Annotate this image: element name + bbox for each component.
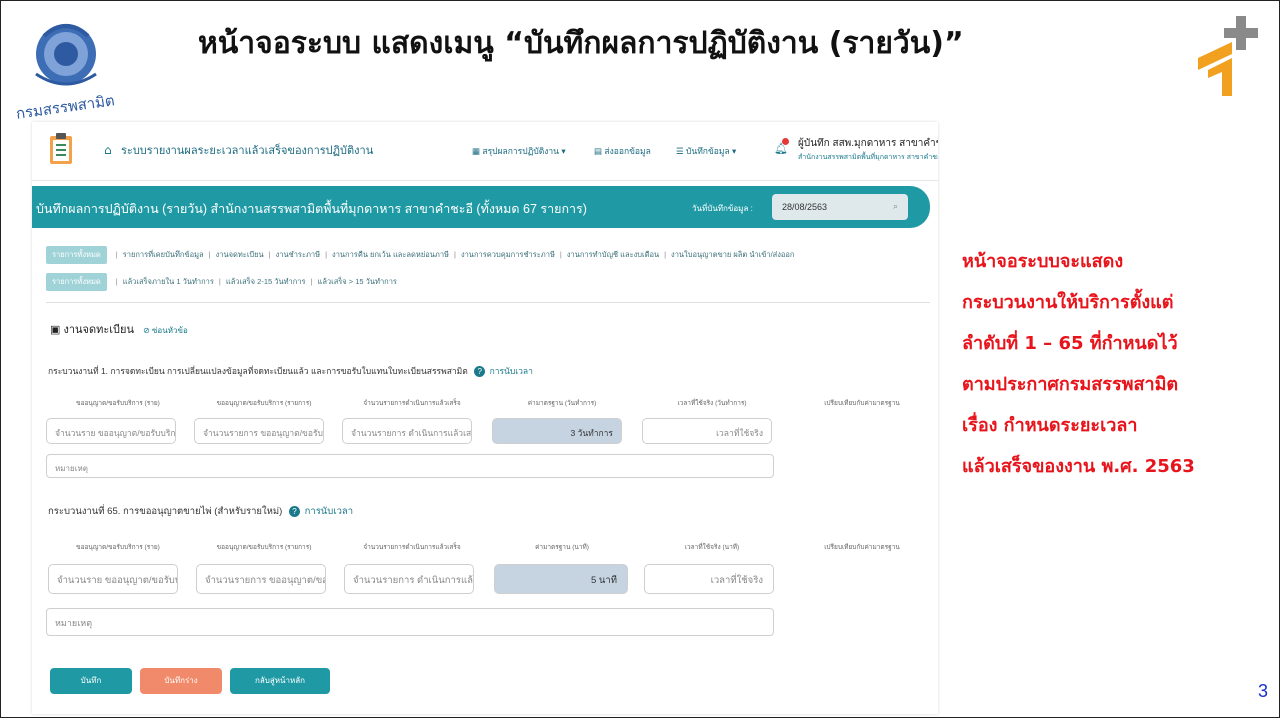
clipboard-icon bbox=[50, 133, 72, 164]
filter-recorded[interactable]: รายการที่เคยบันทึกข้อมูล bbox=[123, 250, 204, 259]
menu-summary[interactable]: ▦ สรุปผลการปฏิบัติงาน ▾ bbox=[472, 144, 566, 158]
home-icon[interactable]: ⌂ bbox=[104, 143, 112, 157]
process-65-title: กระบวนงานที่ 65. การขออนุญาตขายไพ่ (สำหร… bbox=[48, 504, 353, 519]
col-head-standard: ค่ามาตรฐาน (นาที) bbox=[535, 544, 589, 551]
col-head-items: ขออนุญาต/ขอรับบริการ (รายการ) bbox=[216, 544, 312, 551]
actual-time-input[interactable]: เวลาที่ใช้จริง bbox=[642, 418, 772, 444]
process-1-name: กระบวนงานที่ 1. การจดทะเบียน การเปลี่ยนแ… bbox=[48, 366, 468, 376]
app-screenshot: ⌂ ระบบรายงานผลระยะเวลาแล้วเสร็จของการปฏิ… bbox=[32, 122, 938, 714]
actual-time-input[interactable]: เวลาที่ใช้จริง bbox=[644, 564, 774, 594]
filter-over-15-days[interactable]: แล้วเสร็จ > 15 วันทำการ bbox=[317, 277, 396, 286]
col-head-items: ขออนุญาต/ขอรับบริการ (รายการ) bbox=[216, 400, 312, 407]
section-header: ▣ งานจดทะเบียน ⊘ ซ่อนหัวข้อ bbox=[50, 320, 188, 338]
items-input[interactable]: จำนวนรายการ ขออนุญาต/ขอรับบริการ bbox=[194, 418, 324, 444]
user-name[interactable]: ผู้บันทึก สสพ.มุกดาหาร สาขาคำชะอี bbox=[798, 136, 938, 151]
side-note-line: แล้วเสร็จของงาน พ.ศ. 2563 bbox=[962, 456, 1195, 477]
note-textarea[interactable]: หมายเหตุ bbox=[46, 454, 774, 478]
menu-export[interactable]: ▤ ส่งออกข้อมูล bbox=[594, 144, 651, 158]
question-icon[interactable]: ? bbox=[288, 506, 300, 517]
filter-accounting[interactable]: งานการทำบัญชี และงบเดือน bbox=[567, 250, 659, 259]
user-office: สำนักงานสรรพสามิตพื้นที่มุกดาหาร สาขาคำช… bbox=[798, 154, 938, 161]
col-head-standard: ค่ามาตรฐาน (วันทำการ) bbox=[527, 400, 597, 407]
col-head-compare: เปรียบเทียบกับค่ามาตรฐาน bbox=[824, 544, 900, 551]
standard-value: 3 วันทำการ bbox=[492, 418, 622, 444]
date-label: วันที่บันทึกข้อมูล : bbox=[692, 204, 753, 213]
date-value: 28/08/2563 bbox=[782, 202, 828, 212]
side-note-line: เรื่อง กำหนดระยะเวลา bbox=[962, 415, 1138, 436]
slide-title: หน้าจอระบบ แสดงเมนู “บันทึกผลการปฏิบัติง… bbox=[198, 26, 964, 61]
menu-summary-label: สรุปผลการปฏิบัติงาน ▾ bbox=[482, 146, 566, 156]
process-1-title: กระบวนงานที่ 1. การจดทะเบียน การเปลี่ยนแ… bbox=[48, 364, 533, 378]
filter-all-category[interactable]: รายการทั้งหมด bbox=[46, 246, 107, 264]
app-topbar: ⌂ ระบบรายงานผลระยะเวลาแล้วเสร็จของการปฏิ… bbox=[32, 122, 938, 181]
col-head-completed: จำนวนรายการดำเนินการแล้วเสร็จ bbox=[363, 400, 461, 407]
page-number: 3 bbox=[1257, 681, 1268, 701]
system-title: ระบบรายงานผลระยะเวลาแล้วเสร็จของการปฏิบั… bbox=[121, 145, 374, 157]
hide-section-toggle[interactable]: ⊘ ซ่อนหัวข้อ bbox=[143, 326, 188, 335]
question-icon[interactable]: ? bbox=[474, 366, 486, 377]
plus-arrow-logo bbox=[1198, 16, 1258, 96]
menu-export-label: ส่งออกข้อมูล bbox=[604, 146, 651, 156]
save-draft-button[interactable]: บันทึกร่าง bbox=[140, 668, 222, 694]
filter-tax-control[interactable]: งานการควบคุมการชำระภาษี bbox=[461, 250, 555, 259]
filter-registration[interactable]: งานจดทะเบียน bbox=[216, 250, 264, 259]
side-note-line: หน้าจอระบบจะแสดง bbox=[962, 251, 1124, 272]
filter-within-1-day[interactable]: แล้วเสร็จภายใน 1 วันทำการ bbox=[123, 277, 214, 286]
applicants-input[interactable]: จำนวนราย ขออนุญาต/ขอรับบริการ bbox=[48, 564, 178, 594]
banner-title: บันทึกผลการปฏิบัติงาน (รายวัน) สำนักงานส… bbox=[36, 202, 587, 216]
excise-department-seal-logo: กรมสรรพสามิต bbox=[15, 24, 116, 122]
seal-text: กรมสรรพสามิต bbox=[15, 91, 116, 122]
col-head-applicants: ขออนุญาต/ขอรับบริการ (ราย) bbox=[76, 400, 160, 407]
process-65-timer-link[interactable]: การนับเวลา bbox=[305, 506, 353, 517]
process-65-name: กระบวนงานที่ 65. การขออนุญาตขายไพ่ (สำหร… bbox=[48, 506, 283, 517]
filter-row-duration: รายการทั้งหมด | แล้วเสร็จภายใน 1 วันทำการ |… bbox=[46, 273, 397, 291]
menu-record[interactable]: ☰ บันทึกข้อมูล ▾ bbox=[676, 144, 736, 158]
completed-input[interactable]: จำนวนรายการ ดำเนินการแล้วเสร็จ bbox=[344, 564, 474, 594]
items-input[interactable]: จำนวนรายการ ขออนุญาต/ขอรับบริการ bbox=[196, 564, 326, 594]
page-banner: บันทึกผลการปฏิบัติงาน (รายวัน) สำนักงานส… bbox=[32, 186, 930, 228]
date-input[interactable]: 28/08/2563 ⌕ bbox=[772, 194, 908, 220]
menu-record-label: บันทึกข้อมูล ▾ bbox=[685, 146, 737, 156]
filter-2-15-days[interactable]: แล้วเสร็จ 2-15 วันทำการ bbox=[226, 277, 306, 286]
process-1-timer-link[interactable]: การนับเวลา bbox=[490, 366, 533, 376]
search-icon[interactable]: ⌕ bbox=[893, 201, 898, 212]
section-icon: ▣ bbox=[50, 324, 61, 336]
filter-tax-payment[interactable]: งานชำระภาษี bbox=[276, 250, 320, 259]
side-note-line: ลำดับที่ 1 – 65 ที่กำหนดไว้ bbox=[962, 333, 1178, 354]
col-head-compare: เปรียบเทียบกับค่ามาตรฐาน bbox=[824, 400, 900, 407]
filter-row-category: รายการทั้งหมด | รายการที่เคยบันทึกข้อมูล | ง… bbox=[46, 246, 794, 264]
filter-license[interactable]: งานใบอนุญาตขาย ผลิต นำเข้า/ส่งออก bbox=[671, 250, 794, 259]
section-title: งานจดทะเบียน bbox=[63, 324, 134, 336]
save-button[interactable]: บันทึก bbox=[50, 668, 132, 694]
completed-input[interactable]: จำนวนรายการ ดำเนินการแล้วเสร็จ bbox=[342, 418, 472, 444]
applicants-input[interactable]: จำนวนราย ขออนุญาต/ขอรับบริการ bbox=[46, 418, 176, 444]
col-head-actual: เวลาที่ใช้จริง (นาที) bbox=[684, 544, 740, 551]
filter-all-duration[interactable]: รายการทั้งหมด bbox=[46, 273, 107, 291]
divider bbox=[46, 302, 930, 303]
hide-section-label: ซ่อนหัวข้อ bbox=[152, 326, 188, 335]
side-note-line: กระบวนงานให้บริการตั้งแต่ bbox=[962, 292, 1174, 313]
col-head-applicants: ขออนุญาต/ขอรับบริการ (ราย) bbox=[76, 544, 160, 551]
filter-refund[interactable]: งานการคืน ยกเว้น และลดหย่อนภาษี bbox=[332, 250, 449, 259]
side-note-line: ตามประกาศกรมสรรพสามิต bbox=[962, 374, 1179, 395]
notification-dot bbox=[782, 138, 789, 145]
col-head-completed: จำนวนรายการดำเนินการแล้วเสร็จ bbox=[363, 544, 461, 551]
standard-value: 5 นาที bbox=[494, 564, 628, 594]
back-home-button[interactable]: กลับสู่หน้าหลัก bbox=[230, 668, 330, 694]
note-textarea[interactable]: หมายเหตุ bbox=[46, 608, 774, 636]
col-head-actual: เวลาที่ใช้จริง (วันทำการ) bbox=[677, 400, 747, 407]
side-note: หน้าจอระบบจะแสดง กระบวนงานให้บริการตั้งแ… bbox=[962, 241, 1272, 487]
